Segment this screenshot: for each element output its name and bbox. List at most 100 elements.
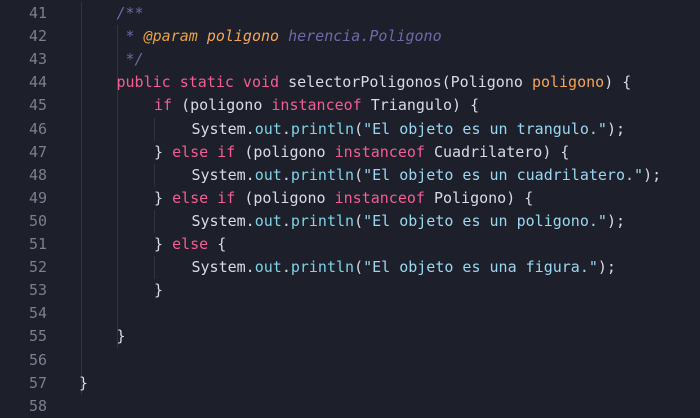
code-token: (poligono [244, 142, 335, 161]
code-line[interactable]: 45 if (poligono instanceof Triangulo) { [0, 94, 700, 117]
code-token: ) { [604, 73, 632, 92]
code-token: * [116, 27, 144, 46]
code-token: public static void [116, 73, 289, 92]
code-line[interactable]: 52 System.out.println("El objeto es una f… [0, 256, 700, 279]
line-number: 50 [28, 211, 47, 230]
code-token: } [154, 235, 173, 253]
code-line[interactable]: 47} else if (poligono instanceof Cuadril… [0, 141, 700, 164]
code-text: * @param poligono herencia.Poligono [117, 25, 442, 48]
code-token: ( [354, 165, 364, 184]
line-number: 41 [28, 4, 47, 22]
line-number: 48 [28, 165, 47, 184]
code-token: ); [597, 258, 616, 277]
code-token: Poligono [450, 73, 532, 92]
line-number: 58 [28, 396, 47, 415]
code-line[interactable]: 46 System.out.println("El objeto es un tr… [0, 118, 700, 141]
code-text: } else { [154, 233, 226, 256]
code-text: */ [117, 48, 144, 71]
code-token: ( [354, 211, 364, 230]
code-token: else if [172, 188, 245, 207]
code-token: . [281, 258, 291, 277]
code-token: out [254, 211, 282, 230]
code-token: @param [143, 27, 198, 46]
code-text: System.out.println("El objeto es un cuad… [192, 164, 662, 187]
code-token: instanceof [334, 142, 434, 161]
line-number: 47 [28, 142, 47, 161]
code-token: . [281, 119, 291, 138]
code-token: ); [606, 211, 625, 230]
code-token: /** [116, 4, 144, 22]
code-line[interactable]: 48 System.out.println("El objeto es un cu… [0, 164, 700, 187]
code-line[interactable]: 50 System.out.println("El objeto es un po… [0, 210, 700, 233]
code-token: Triangulo) { [370, 96, 480, 115]
code-token: Poligono) { [433, 188, 534, 207]
code-token: ); [643, 165, 662, 184]
code-token: instanceof [334, 188, 434, 207]
line-number: 44 [28, 73, 47, 92]
code-token: } [79, 373, 89, 392]
line-number: 54 [28, 304, 47, 323]
code-line[interactable]: 53} [0, 279, 700, 302]
code-token: else if [172, 142, 245, 161]
code-token: if [154, 96, 182, 115]
code-line[interactable]: 58 [0, 395, 700, 418]
code-line[interactable]: 44 public static void selectorPoligonos(P… [0, 71, 700, 94]
code-token: "El objeto es un trangulo." [363, 119, 607, 138]
code-line[interactable]: 56 [0, 349, 700, 372]
code-token: (poligono [244, 188, 335, 207]
code-token: selectorPoligonos [288, 73, 442, 92]
code-token: "El objeto es un cuadrilatero." [363, 165, 644, 184]
code-text: } [79, 372, 88, 395]
code-line[interactable]: 49 } else if (poligono instanceof Poligon… [0, 187, 700, 210]
line-number: 43 [28, 50, 47, 69]
code-token: */ [116, 50, 144, 69]
code-token: out [254, 258, 282, 277]
line-number: 46 [28, 119, 47, 138]
code-token: . [281, 211, 291, 230]
line-number: 42 [28, 27, 47, 46]
code-line[interactable]: 51} else { [0, 233, 700, 256]
code-token: ); [606, 119, 625, 138]
line-number: 49 [28, 188, 47, 207]
code-editor[interactable]: 41 /** 42 * @param poligono herencia.Polig… [0, 0, 700, 415]
code-line[interactable]: 41 /** [0, 2, 700, 25]
code-text: } [117, 325, 126, 348]
code-token: System. [191, 119, 255, 138]
code-text: } else if (poligono instanceof Poligono)… [154, 187, 533, 210]
code-token: println [290, 211, 355, 230]
code-token: "El objeto es un poligono." [363, 211, 607, 230]
code-line[interactable]: 55} [0, 325, 700, 348]
line-number: 55 [28, 327, 47, 346]
code-token: poligono [206, 27, 280, 46]
code-line[interactable]: 57} [0, 372, 700, 395]
line-number: 51 [28, 235, 47, 253]
code-text: if (poligono instanceof Triangulo) { [154, 94, 479, 117]
code-token: else [172, 235, 218, 253]
code-token: out [254, 119, 282, 138]
code-text: } else if (poligono instanceof Cuadrilat… [154, 141, 569, 164]
code-token: Cuadrilatero) { [433, 142, 570, 161]
code-token: System. [191, 211, 255, 230]
line-number: 45 [28, 96, 47, 115]
line-number: 52 [28, 258, 47, 277]
line-number: 53 [28, 281, 47, 300]
code-token: System. [191, 165, 255, 184]
code-token: { [217, 235, 227, 253]
code-line[interactable]: 54 [0, 302, 700, 325]
code-text: public static void selectorPoligonos(Pol… [117, 71, 632, 94]
code-token: } [154, 281, 164, 300]
code-token: ( [441, 73, 451, 92]
code-token: out [254, 165, 282, 184]
code-line[interactable]: 43 */ [0, 48, 700, 71]
code-line[interactable]: 42 * @param poligono herencia.Poligono [0, 25, 700, 48]
code-token: println [290, 165, 355, 184]
code-token: println [290, 258, 355, 277]
code-text: System.out.println("El objeto es un tran… [192, 118, 626, 141]
code-token: } [154, 142, 173, 161]
code-text: System.out.println("El objeto es una fig… [192, 256, 616, 279]
code-token: ( [354, 119, 364, 138]
code-token: herencia.Poligono [279, 27, 442, 46]
code-token: println [290, 119, 355, 138]
code-token: instanceof [271, 96, 371, 115]
